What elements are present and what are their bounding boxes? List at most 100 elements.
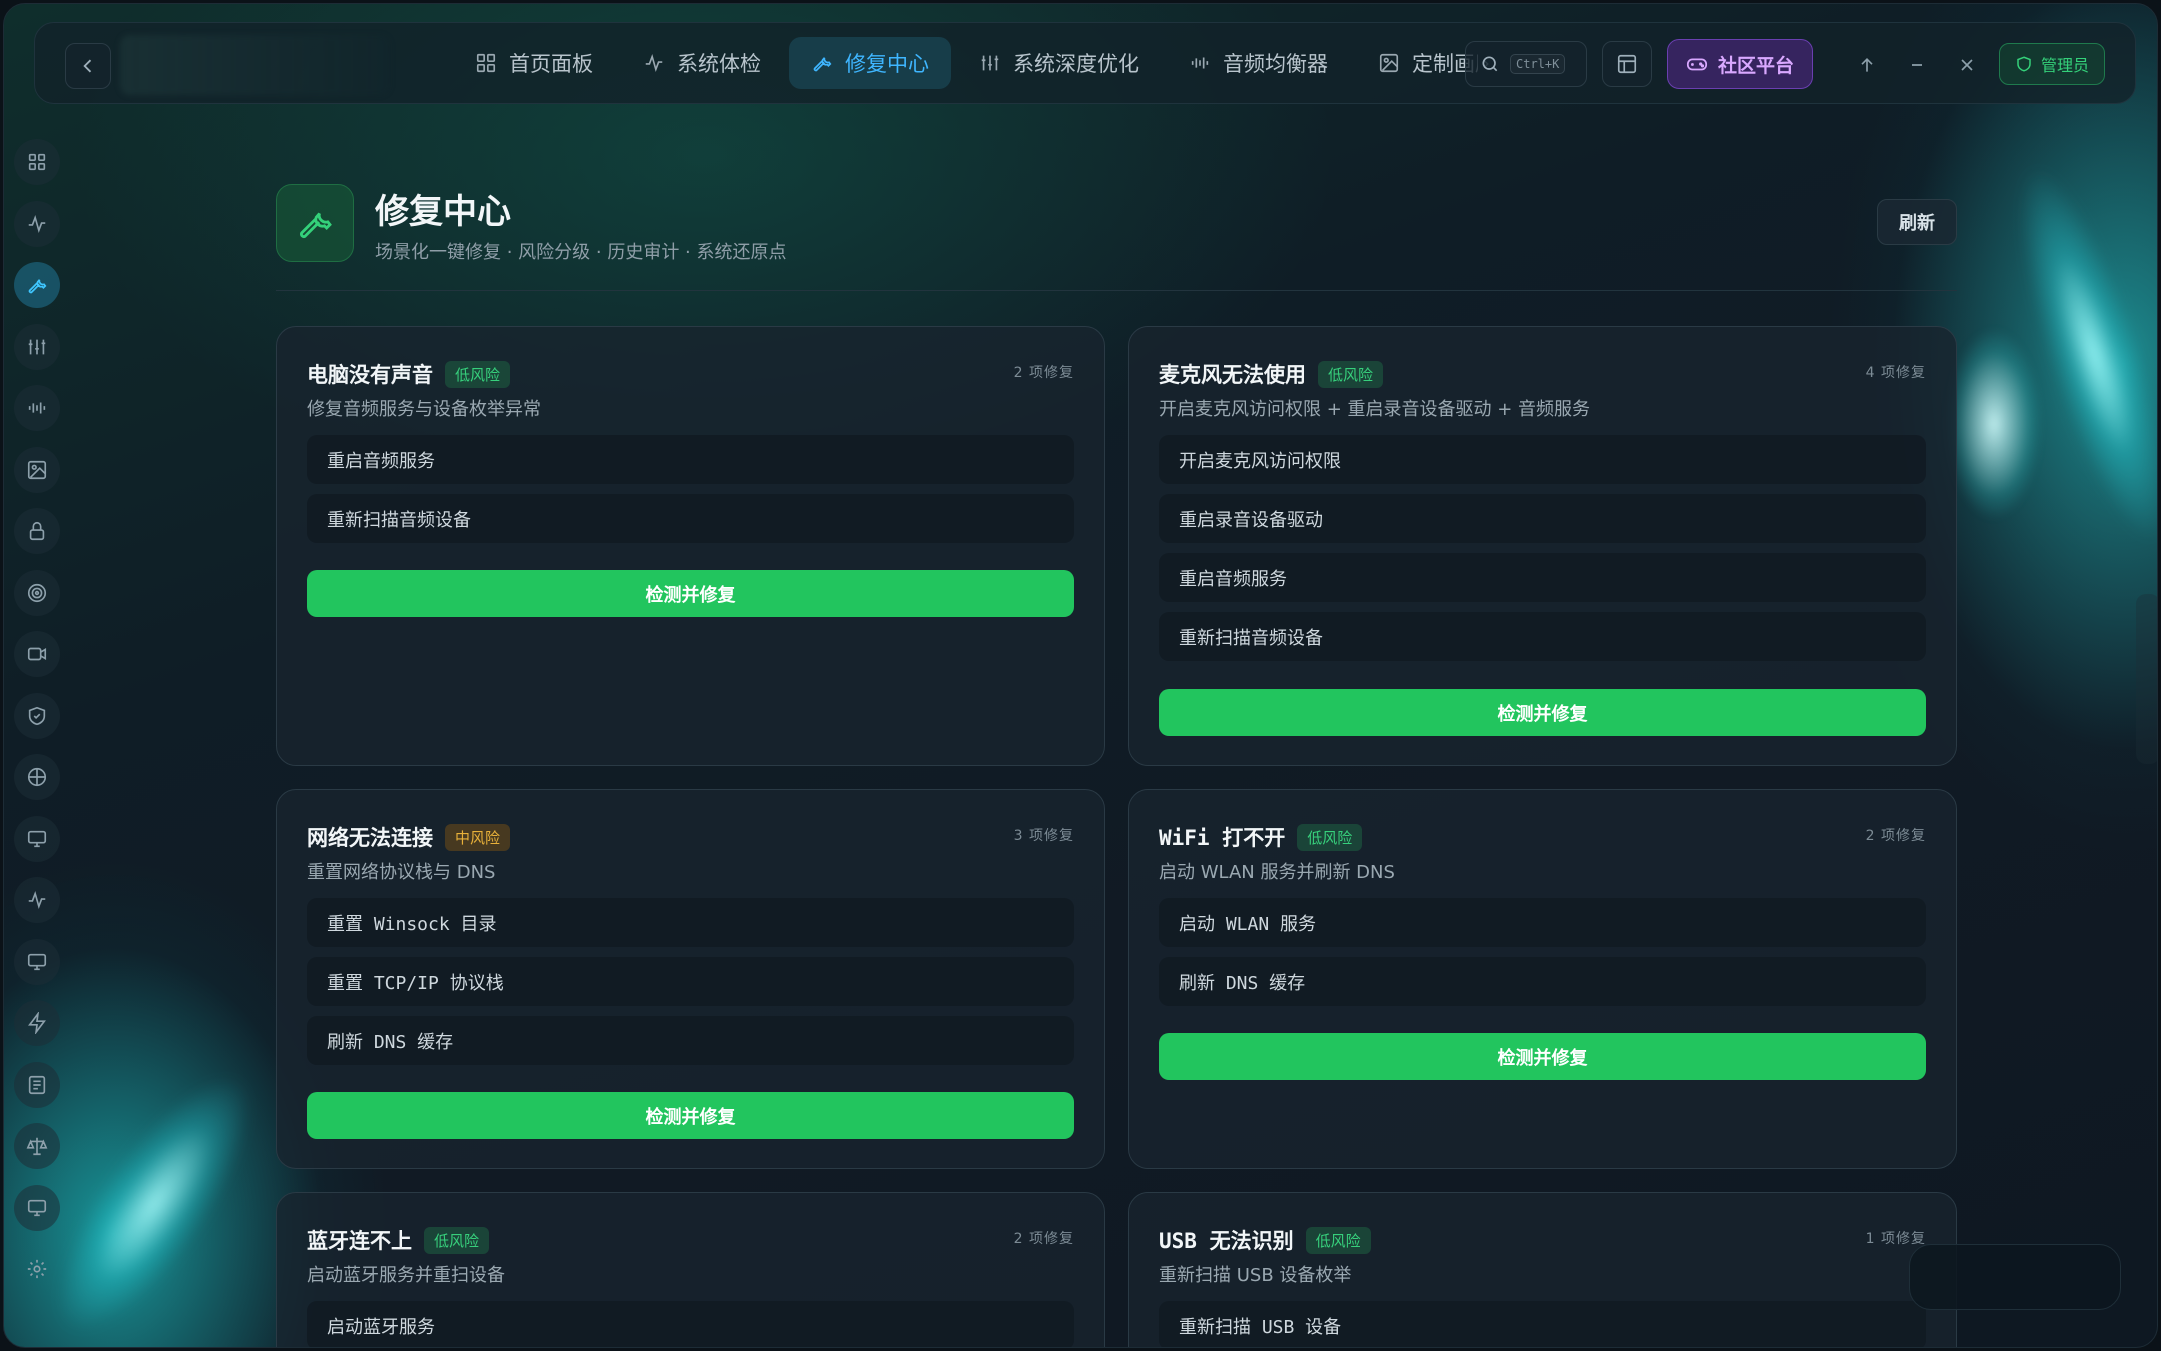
risk-badge: 低风险 <box>424 1226 490 1254</box>
minimize-icon <box>1912 64 1922 66</box>
side-panel-handle[interactable] <box>2136 594 2157 764</box>
card-title: 电脑没有声音 <box>307 363 433 387</box>
chevron-left-icon <box>83 59 92 73</box>
nav-item-deep-optimize[interactable]: 系统深度优化 <box>957 37 1161 89</box>
nav-item-label: 音频均衡器 <box>1223 52 1328 76</box>
sidebar-item-brush[interactable] <box>14 446 60 493</box>
list-item: 重新扫描音频设备 <box>307 494 1074 543</box>
repair-card-no-sound: 电脑没有声音 低风险 2 项修复 修复音频服务与设备枚举异常 重启音频服务 重新… <box>276 326 1105 766</box>
list-item: 重启音频服务 <box>307 435 1074 484</box>
card-title: 网络无法连接 <box>307 826 433 850</box>
risk-badge: 低风险 <box>1318 360 1384 388</box>
sidebar-item-desktop[interactable] <box>14 1184 60 1231</box>
sidebar-item-repair-center[interactable] <box>14 262 60 308</box>
floating-panel[interactable] <box>1909 1244 2121 1310</box>
wrench-icon <box>28 279 47 294</box>
layout-toggle-button[interactable] <box>1602 41 1652 87</box>
sidebar-item-dashboard[interactable] <box>14 139 60 185</box>
sidebar-item-target[interactable] <box>14 569 60 616</box>
search-button[interactable]: Ctrl+K <box>1465 41 1587 87</box>
sliders-icon <box>28 339 46 354</box>
monitor-icon <box>27 953 47 970</box>
grid-icon <box>476 53 496 73</box>
sidebar-item-equalizer[interactable] <box>14 385 60 431</box>
step-list: 开启麦克风访问权限 重启录音设备驱动 重启音频服务 重新扫描音频设备 <box>1159 435 1926 671</box>
fix-count: 4 项修复 <box>1865 365 1926 381</box>
fix-count: 3 项修复 <box>1013 828 1074 844</box>
admin-badge[interactable]: 管理员 <box>1999 43 2105 85</box>
back-button[interactable] <box>65 43 111 89</box>
close-icon <box>1961 59 1973 71</box>
lock-icon <box>29 521 45 541</box>
fix-count: 1 项修复 <box>1865 1231 1926 1247</box>
detect-fix-button[interactable]: 检测并修复 <box>1159 1033 1926 1080</box>
arrow-up-icon <box>1861 57 1873 72</box>
card-description: 启动蓝牙服务并重扫设备 <box>307 1265 505 1286</box>
page-icon <box>276 184 354 262</box>
fix-count: 2 项修复 <box>1013 1231 1074 1247</box>
target-icon <box>27 583 47 602</box>
app-logo <box>120 35 390 95</box>
repair-card-network: 网络无法连接 中风险 3 项修复 重置网络协议栈与 DNS 重置 Winsock… <box>276 789 1105 1169</box>
sidebar-item-logs[interactable] <box>14 1061 60 1108</box>
sidebar-item-optimize[interactable] <box>14 323 60 370</box>
lightning-icon <box>28 1012 46 1034</box>
step-list: 启动蓝牙服务 <box>307 1301 1074 1347</box>
nav-item-repair-center[interactable]: 修复中心 <box>789 37 951 89</box>
sidebar-item-balance[interactable] <box>14 1123 60 1169</box>
sidebar-item-screen[interactable] <box>14 938 60 985</box>
risk-badge: 低风险 <box>1305 1226 1371 1254</box>
card-title-row: WiFi 打不开 低风险 <box>1159 822 1363 852</box>
nav-item-label: 系统深度优化 <box>1013 52 1139 76</box>
sidebar-item-health-check[interactable] <box>14 200 60 247</box>
community-button[interactable]: 社区平台 <box>1667 39 1813 89</box>
list-item: 重置 Winsock 目录 <box>307 898 1074 947</box>
grid-icon <box>28 153 46 171</box>
monitor-icon <box>27 830 47 847</box>
sidebar-item-globe[interactable] <box>14 754 60 800</box>
sidebar-item-settings[interactable] <box>14 1246 60 1292</box>
card-title: WiFi 打不开 <box>1159 826 1286 850</box>
image-icon <box>1379 53 1399 73</box>
monitor-icon <box>27 1199 47 1216</box>
nav-item-health-check[interactable]: 系统体检 <box>621 37 783 89</box>
activity-icon <box>645 53 663 73</box>
list-item: 重启音频服务 <box>1159 553 1926 602</box>
wrench-icon <box>813 57 832 72</box>
close-button[interactable] <box>1947 43 1987 87</box>
video-icon <box>27 647 47 661</box>
detect-fix-button[interactable]: 检测并修复 <box>307 1092 1074 1139</box>
fix-count: 2 项修复 <box>1013 365 1074 381</box>
repair-card-wifi: WiFi 打不开 低风险 2 项修复 启动 WLAN 服务并刷新 DNS 启动 … <box>1128 789 1957 1169</box>
sidebar <box>14 139 64 1308</box>
sidebar-item-security[interactable] <box>14 692 60 739</box>
admin-label: 管理员 <box>2040 56 2089 75</box>
activity-icon <box>28 214 46 233</box>
layout-icon <box>1617 54 1637 74</box>
card-description: 修复音频服务与设备枚举异常 <box>307 399 541 420</box>
pin-top-button[interactable] <box>1847 43 1887 87</box>
card-title-row: 蓝牙连不上 低风险 <box>307 1225 490 1255</box>
risk-badge: 低风险 <box>445 360 511 388</box>
minimize-button[interactable] <box>1897 43 1937 87</box>
search-icon <box>1482 56 1498 72</box>
gamepad-icon <box>1686 58 1708 71</box>
sidebar-item-privacy[interactable] <box>14 508 60 554</box>
detect-fix-button[interactable]: 检测并修复 <box>1159 689 1926 736</box>
sidebar-item-power[interactable] <box>14 1000 60 1046</box>
list-item: 启动蓝牙服务 <box>307 1301 1074 1347</box>
list-item: 重新扫描 USB 设备 <box>1159 1301 1926 1347</box>
nav-item-dashboard[interactable]: 首页面板 <box>453 37 615 89</box>
sidebar-item-monitor[interactable] <box>14 877 60 923</box>
card-title-row: 麦克风无法使用 低风险 <box>1159 359 1384 389</box>
card-title-row: 网络无法连接 中风险 <box>307 822 511 852</box>
sidebar-item-video[interactable] <box>14 631 60 677</box>
card-description: 启动 WLAN 服务并刷新 DNS <box>1159 862 1395 883</box>
sidebar-item-display[interactable] <box>14 815 60 862</box>
document-icon <box>28 1075 46 1094</box>
refresh-button[interactable]: 刷新 <box>1877 199 1957 245</box>
nav-item-equalizer[interactable]: 音频均衡器 <box>1167 37 1350 89</box>
detect-fix-button[interactable]: 检测并修复 <box>307 570 1074 617</box>
fix-count: 2 项修复 <box>1865 828 1926 844</box>
step-list: 重置 Winsock 目录 重置 TCP/IP 协议栈 刷新 DNS 缓存 <box>307 898 1074 1075</box>
